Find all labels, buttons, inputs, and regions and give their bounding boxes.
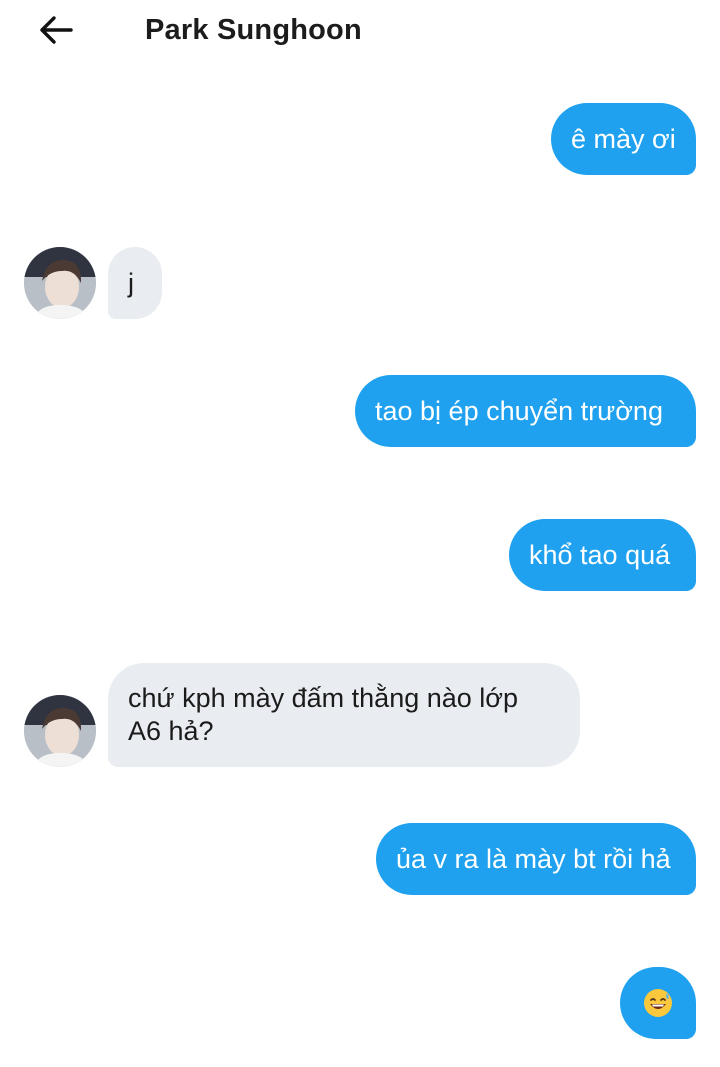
outgoing-message-bubble[interactable]: khổ tao quá — [509, 519, 696, 591]
contact-avatar[interactable] — [24, 247, 96, 319]
outgoing-message-bubble[interactable] — [620, 967, 696, 1039]
message-text: j — [128, 267, 134, 298]
outgoing-message-bubble[interactable]: tao bị ép chuyển trường — [355, 375, 696, 447]
contact-avatar[interactable] — [24, 695, 96, 767]
sweat-smile-emoji-icon — [642, 987, 674, 1019]
message-row: ê mày ơi — [551, 103, 696, 175]
contact-name[interactable]: Park Sunghoon — [145, 14, 362, 47]
message-row: chứ kph mày đấm thằng nào lớp A6 hả? — [108, 663, 580, 767]
message-text: ủa v ra là mày bt rồi hả — [396, 843, 671, 874]
message-row: tao bị ép chuyển trường — [355, 375, 696, 447]
message-text: ê mày ơi — [571, 123, 676, 154]
arrow-left-icon — [38, 15, 74, 50]
message-text: khổ tao quá — [529, 539, 671, 570]
incoming-message-bubble[interactable]: chứ kph mày đấm thằng nào lớp A6 hả? — [108, 663, 580, 767]
message-row — [620, 967, 696, 1039]
back-button[interactable] — [30, 10, 82, 54]
outgoing-message-bubble[interactable]: ê mày ơi — [551, 103, 696, 175]
message-row: ủa v ra là mày bt rồi hả — [376, 823, 696, 895]
message-row: khổ tao quá — [509, 519, 696, 591]
outgoing-message-bubble[interactable]: ủa v ra là mày bt rồi hả — [376, 823, 696, 895]
message-text-line-2: A6 hả? — [128, 716, 214, 746]
message-text: tao bị ép chuyển trường — [375, 395, 663, 426]
message-text-line-1: chứ kph mày đấm thằng nào lớp — [128, 683, 518, 713]
message-row: j — [108, 247, 162, 319]
chat-screen: Park Sunghoon ê mày ơi j tao bị ép chuyể… — [0, 0, 720, 1067]
chat-header: Park Sunghoon — [0, 0, 720, 64]
incoming-message-bubble[interactable]: j — [108, 247, 162, 319]
